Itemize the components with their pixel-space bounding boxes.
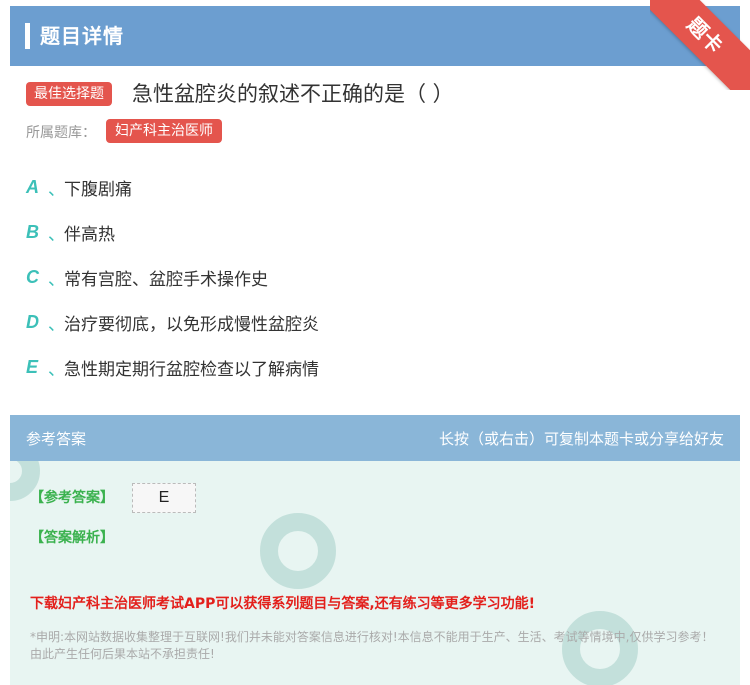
bank-label: 所属题库： bbox=[26, 125, 96, 141]
option-a[interactable]: A 、 下腹剧痛 bbox=[26, 174, 132, 200]
share-hint: 长按（或右击）可复制本题卡或分享给好友 bbox=[438, 430, 724, 448]
option-text: 常有宫腔、盆腔手术操作史 bbox=[64, 269, 268, 290]
option-d[interactable]: D 、 治疗要彻底，以免形成慢性盆腔炎 bbox=[26, 309, 319, 335]
option-c[interactable]: C 、 常有宫腔、盆腔手术操作史 bbox=[26, 264, 268, 290]
answer-header: 参考答案 长按（或右击）可复制本题卡或分享给好友 bbox=[10, 415, 740, 461]
option-separator: 、 bbox=[48, 314, 65, 335]
question-section: 最佳选择题 急性盆腔炎的叙述不正确的是（ ） 所属题库： 妇产科主治医师 A 、… bbox=[10, 66, 740, 396]
answer-value: E bbox=[132, 483, 196, 513]
option-text: 急性期定期行盆腔检查以了解病情 bbox=[64, 359, 319, 380]
header-accent-bar bbox=[25, 23, 30, 49]
option-text: 伴高热 bbox=[64, 224, 115, 245]
option-letter: E bbox=[26, 356, 39, 377]
answer-body: 【参考答案】 E 【答案解析】 下载妇产科主治医师考试APP可以获得系列题目与答… bbox=[10, 461, 740, 685]
app-download-promo[interactable]: 下载妇产科主治医师考试APP可以获得系列题目与答案,还有练习等更多学习功能! bbox=[30, 593, 535, 613]
option-e[interactable]: E 、 急性期定期行盆腔检查以了解病情 bbox=[26, 354, 319, 380]
option-separator: 、 bbox=[48, 179, 65, 200]
option-letter: C bbox=[26, 266, 39, 287]
option-letter: A bbox=[26, 176, 39, 197]
explanation-label: 【答案解析】 bbox=[30, 530, 114, 546]
option-separator: 、 bbox=[48, 269, 65, 290]
answer-header-title: 参考答案 bbox=[26, 430, 87, 448]
option-text: 下腹剧痛 bbox=[64, 179, 132, 200]
option-separator: 、 bbox=[48, 359, 65, 380]
page-title: 题目详情 bbox=[40, 24, 124, 48]
disclaimer-text: *申明:本网站数据收集整理于互联网!我们并未能对答案信息进行核对!本信息不能用于… bbox=[30, 630, 714, 661]
bank-name-link[interactable]: 妇产科主治医师 bbox=[106, 119, 222, 143]
option-b[interactable]: B 、 伴高热 bbox=[26, 219, 115, 245]
option-separator: 、 bbox=[48, 224, 65, 245]
watermark-logo bbox=[260, 513, 336, 589]
answer-label: 【参考答案】 bbox=[30, 490, 114, 506]
option-letter: B bbox=[26, 221, 39, 242]
question-type-badge: 最佳选择题 bbox=[26, 82, 112, 106]
page-header: 题目详情 bbox=[10, 6, 740, 66]
option-letter: D bbox=[26, 311, 39, 332]
question-text: 急性盆腔炎的叙述不正确的是（ ） bbox=[132, 82, 454, 106]
option-text: 治疗要彻底，以免形成慢性盆腔炎 bbox=[64, 314, 319, 335]
